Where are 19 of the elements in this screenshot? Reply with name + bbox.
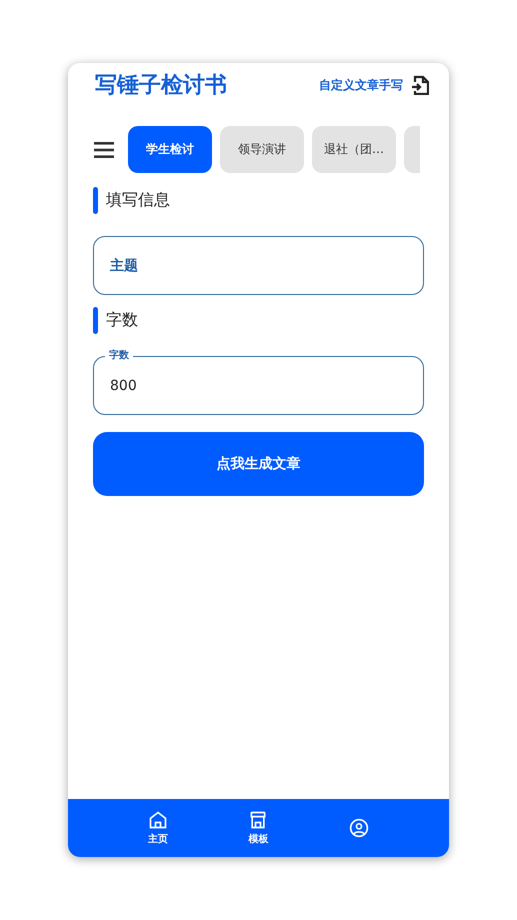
nav-item[interactable]: 模板 xyxy=(233,810,284,846)
menu-icon[interactable] xyxy=(94,142,114,158)
user-icon xyxy=(348,818,369,838)
tab-button[interactable]: 退社（团… xyxy=(312,126,396,173)
custom-article-button[interactable]: 自定义文章手写 xyxy=(319,75,429,95)
tab-button[interactable]: 领导演讲 xyxy=(220,126,304,173)
nav-item[interactable]: 主页 xyxy=(133,810,184,846)
generate-button[interactable]: 点我生成文章 xyxy=(93,432,424,496)
tab-button[interactable]: 学生检讨 xyxy=(128,126,212,173)
field-label: 字数 xyxy=(105,348,133,362)
file-import-icon xyxy=(411,75,429,95)
app-title: 写锤子检讨书 xyxy=(95,72,227,100)
store-icon xyxy=(248,810,268,830)
home-icon xyxy=(148,810,168,830)
heading-marker xyxy=(93,307,98,334)
heading-marker xyxy=(93,187,98,214)
input-field[interactable]: 主题 xyxy=(93,236,424,295)
section-heading: 填写信息 xyxy=(106,190,170,211)
section-heading: 字数 xyxy=(106,310,138,331)
